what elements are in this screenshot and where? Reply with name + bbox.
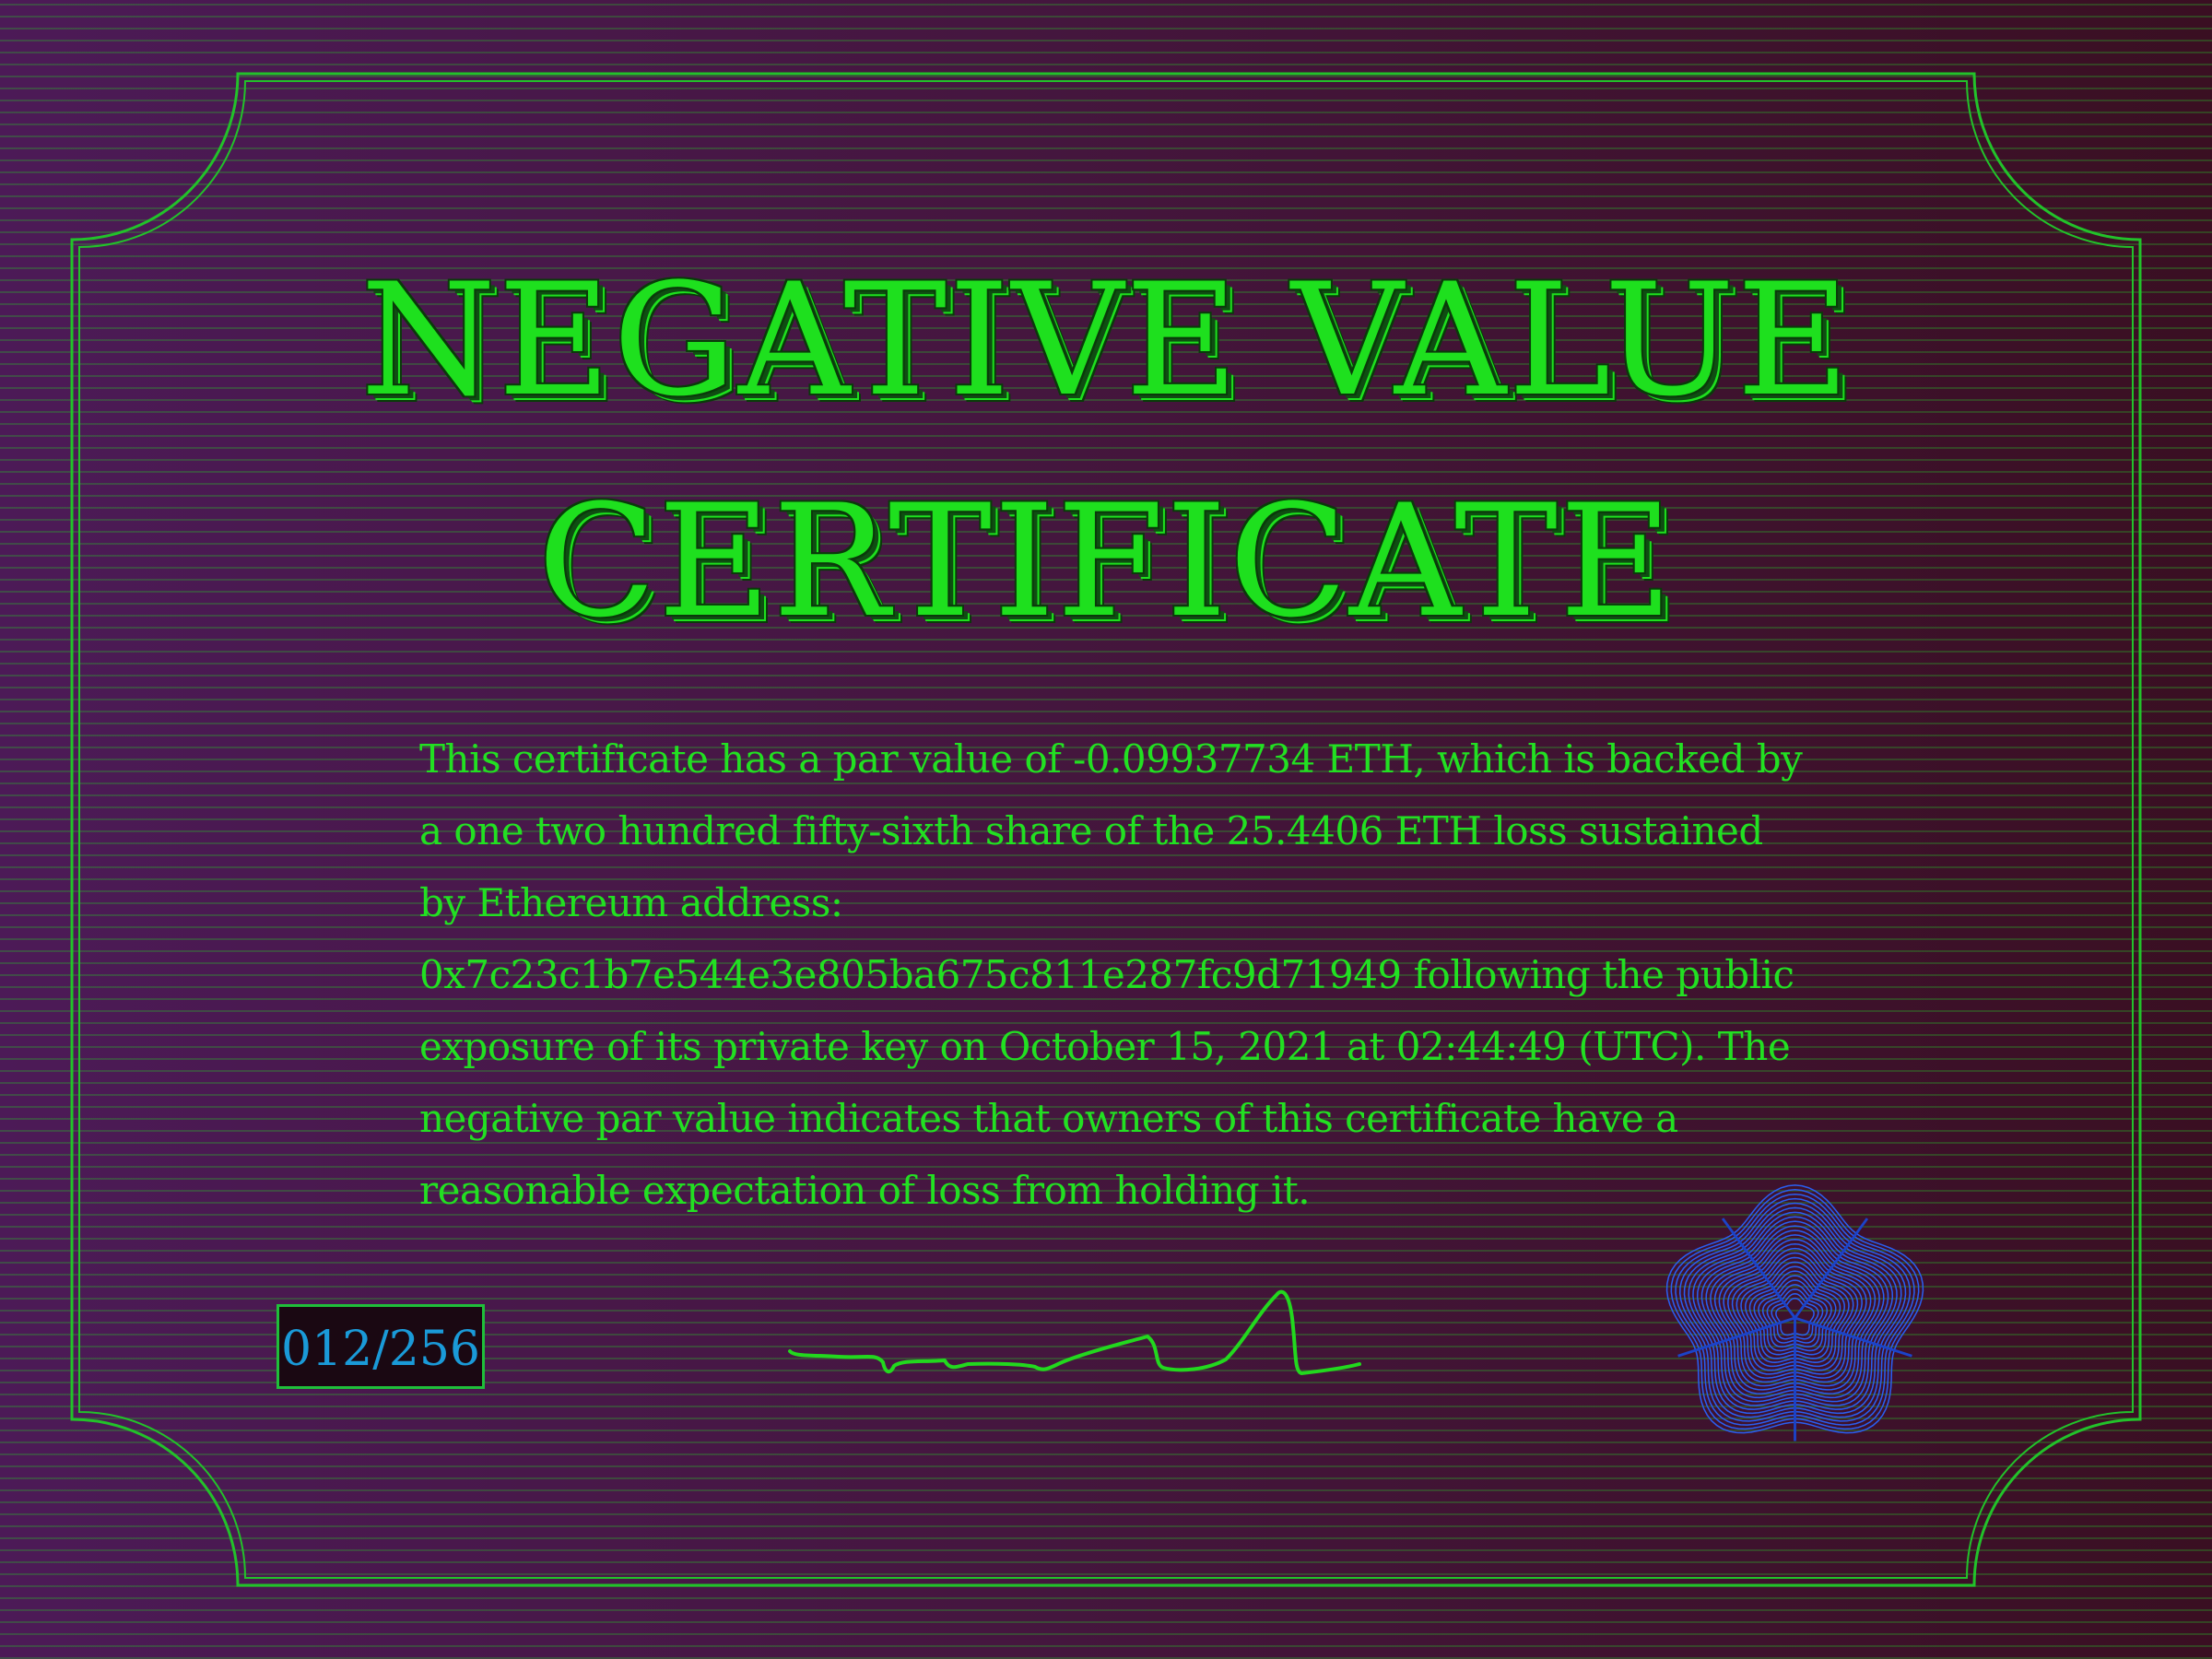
certificate-body: This certificate has a par value of -0.0… bbox=[419, 724, 1820, 1227]
rosette-seal-icon bbox=[1665, 1184, 1924, 1441]
certificate-title-line2: CERTIFICATE bbox=[537, 471, 1675, 652]
serial-number-box: 012/256 bbox=[276, 1304, 485, 1389]
certificate-title-line1: NEGATIVE VALUE bbox=[360, 250, 1852, 430]
seal-rings bbox=[1665, 1184, 1924, 1441]
signature bbox=[788, 1289, 1361, 1375]
serial-number: 012/256 bbox=[280, 1322, 481, 1377]
certificate-body-text: This certificate has a par value of -0.0… bbox=[419, 736, 1803, 1213]
